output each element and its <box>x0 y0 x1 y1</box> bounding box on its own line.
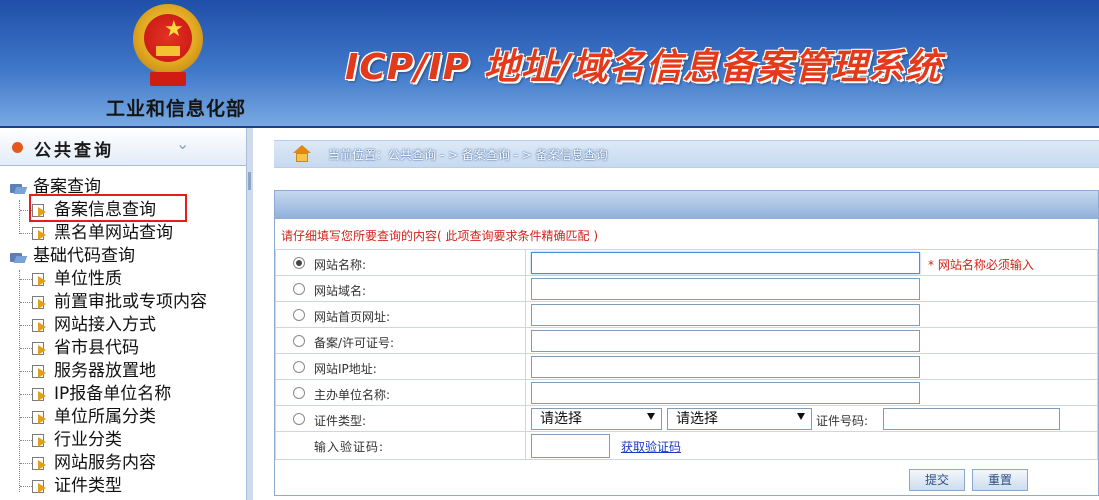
page-arrow-icon <box>30 433 48 448</box>
page-arrow-icon <box>30 318 48 333</box>
captcha-input[interactable] <box>531 434 610 458</box>
tree-item-blacklist-query[interactable]: 黑名单网站查询 <box>0 222 200 245</box>
form-row-ip: 网站IP地址: <box>275 353 1098 380</box>
home-icon[interactable] <box>292 145 312 163</box>
page-arrow-icon <box>30 272 48 287</box>
tree-item-access-method[interactable]: 网站接入方式 <box>0 314 240 337</box>
header-banner: ★ 工业和信息化部 ICP/IP 地址/域名信息备案管理系统 <box>0 0 1099 128</box>
radio-license[interactable] <box>293 335 305 347</box>
sidebar-header[interactable]: 公共查询 ⌄ <box>0 128 246 166</box>
org-name-input[interactable] <box>531 382 920 404</box>
page-arrow-icon <box>30 410 48 425</box>
panel-header <box>275 191 1098 219</box>
folder-icon <box>10 182 28 194</box>
sidebar-splitter[interactable] <box>246 128 253 500</box>
breadcrumb: 当前位置：公共查询 - > 备案查询 - > 备案信息查询 <box>274 140 1099 168</box>
tree-item-service-content[interactable]: 网站服务内容 <box>0 452 240 475</box>
cert-no-label: 证件号码: <box>816 414 869 428</box>
folder-icon <box>10 251 28 263</box>
form-row-site-name: 网站名称: * 网站名称必须输入 <box>275 249 1098 276</box>
tree-item-org-nature[interactable]: 单位性质 <box>0 268 240 291</box>
domain-input[interactable] <box>531 278 920 300</box>
tree-item-region-code[interactable]: 省市县代码 <box>0 337 240 360</box>
form-row-homepage: 网站首页网址: <box>275 301 1098 328</box>
site-name-input[interactable] <box>531 252 920 274</box>
cert-type-select-1[interactable]: 请选择 <box>531 408 662 430</box>
query-hint: 请仔细填写您所要查询的内容( 此项查询要求条件精确匹配 ) <box>281 229 598 243</box>
radio-homepage[interactable] <box>293 309 305 321</box>
captcha-label: 输入验证码: <box>314 440 385 454</box>
sidebar: 公共查询 ⌄ 备案查询 备案信息查询 黑名单网站查询 基础代码查询 单位性质 前… <box>0 128 253 500</box>
selected-item-highlight <box>29 194 187 222</box>
ministry-name: 工业和信息化部 <box>106 98 247 120</box>
submit-button[interactable]: 提交 <box>909 469 965 491</box>
page-arrow-icon <box>30 387 48 402</box>
tree-item-ip-org-name[interactable]: IP报备单位名称 <box>0 383 240 406</box>
form-row-license: 备案/许可证号: <box>275 327 1098 354</box>
tree-item-cert-type[interactable]: 证件类型 <box>0 475 240 498</box>
get-captcha-link[interactable]: 获取验证码 <box>621 438 681 455</box>
tree-item-pre-approval[interactable]: 前置审批或专项内容 <box>0 291 240 314</box>
dropdown-arrow-icon <box>647 413 655 420</box>
radio-cert[interactable] <box>293 413 305 425</box>
radio-site-name[interactable] <box>293 257 305 269</box>
tree-item-server-location[interactable]: 服务器放置地 <box>0 360 240 383</box>
tree-group-base-code-query[interactable]: 基础代码查询 <box>0 245 200 268</box>
cert-type-select-2[interactable]: 请选择 <box>667 408 812 430</box>
radio-domain[interactable] <box>293 283 305 295</box>
page-arrow-icon <box>30 341 48 356</box>
form-row-cert: 证件类型: 请选择 请选择 证件号码: <box>275 405 1098 432</box>
dropdown-arrow-icon <box>797 413 805 420</box>
page-arrow-icon <box>30 226 48 241</box>
national-emblem-icon: ★ <box>133 4 203 90</box>
page-arrow-icon <box>30 295 48 310</box>
tree-item-industry[interactable]: 行业分类 <box>0 429 240 452</box>
breadcrumb-text: 当前位置：公共查询 - > 备案查询 - > 备案信息查询 <box>328 148 608 162</box>
ip-address-input[interactable] <box>531 356 920 378</box>
license-no-input[interactable] <box>531 330 920 352</box>
sidebar-title: 公共查询 <box>34 141 114 161</box>
tree-item-org-category[interactable]: 单位所属分类 <box>0 406 240 429</box>
radio-org[interactable] <box>293 387 305 399</box>
cert-no-input[interactable] <box>883 408 1060 430</box>
form-row-domain: 网站域名: <box>275 275 1098 302</box>
system-title: ICP/IP 地址/域名信息备案管理系统 <box>345 47 942 88</box>
page-arrow-icon <box>30 364 48 379</box>
form-row-captcha: 输入验证码: 获取验证码 <box>275 431 1098 460</box>
required-note: * 网站名称必须输入 <box>928 258 1034 272</box>
double-chevron-down-icon[interactable]: ⌄ <box>176 134 189 153</box>
page-arrow-icon <box>30 456 48 471</box>
form-row-org: 主办单位名称: <box>275 379 1098 406</box>
main-content: 当前位置：公共查询 - > 备案查询 - > 备案信息查询 请仔细填写您所要查询… <box>254 128 1099 500</box>
query-panel: 请仔细填写您所要查询的内容( 此项查询要求条件精确匹配 ) 网站名称: * 网站… <box>274 190 1099 496</box>
reset-button[interactable]: 重置 <box>972 469 1028 491</box>
query-form: 网站名称: * 网站名称必须输入 网站域名: 网站首页网址: 备案/许可证号: … <box>275 249 1098 460</box>
radio-ip[interactable] <box>293 361 305 373</box>
page-arrow-icon <box>30 479 48 494</box>
homepage-url-input[interactable] <box>531 304 920 326</box>
bullet-icon <box>12 142 23 153</box>
